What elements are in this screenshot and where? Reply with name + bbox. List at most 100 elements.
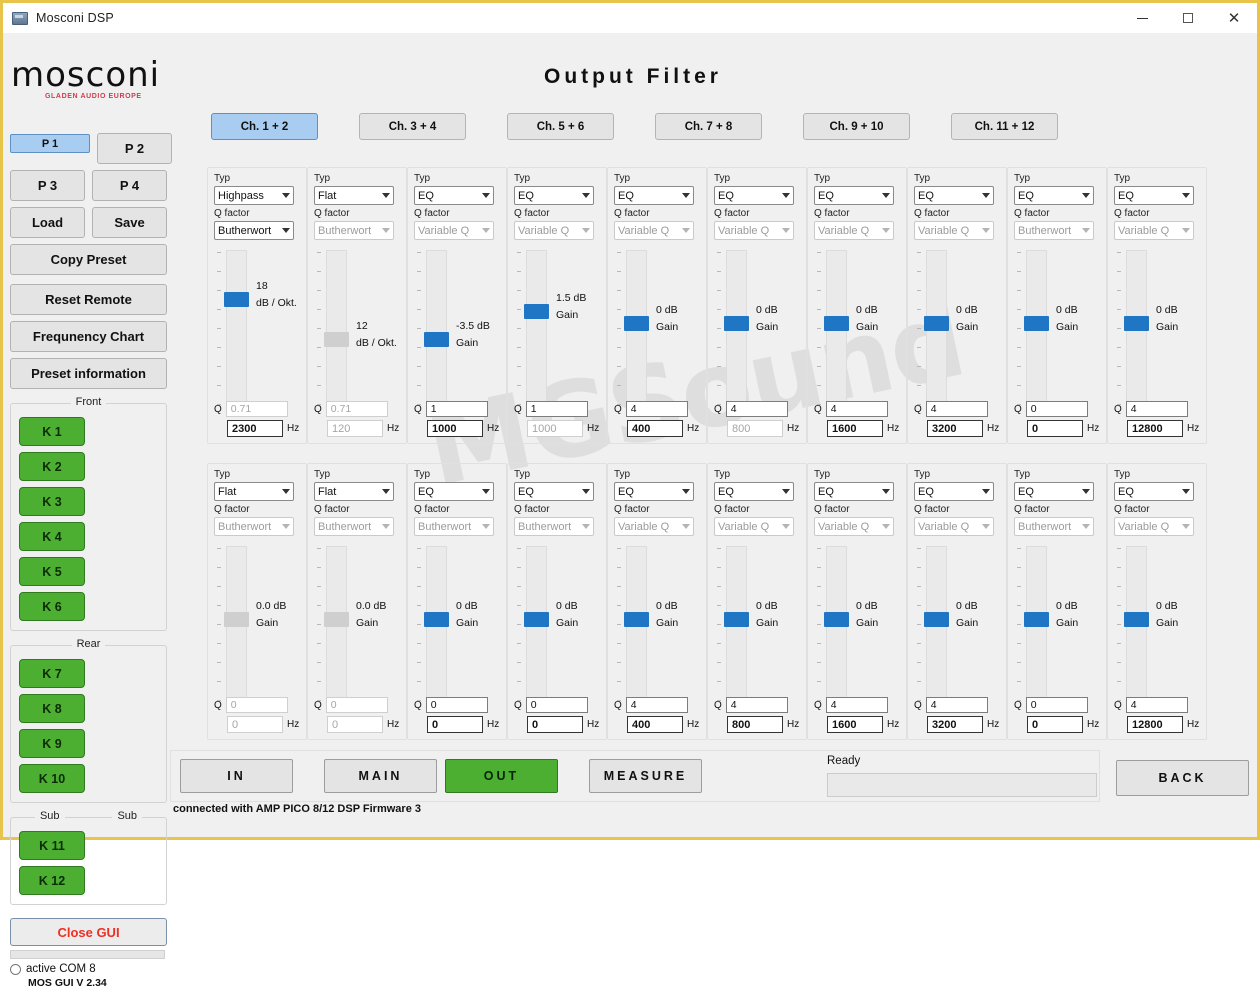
frequency-input[interactable]: 1000 (427, 420, 483, 437)
filter-type-select[interactable]: EQ (1114, 482, 1194, 501)
frequency-input[interactable]: 3200 (927, 716, 983, 733)
frequency-input[interactable]: 0 (327, 716, 383, 733)
key-button-k5[interactable]: K 5 (19, 557, 85, 586)
gain-slider[interactable]: 0 dB Gain (614, 546, 702, 702)
q-factor-select[interactable]: Butherwort (1014, 517, 1094, 536)
slider-thumb[interactable] (624, 316, 649, 331)
q-value-input[interactable]: 0.71 (325, 401, 388, 417)
gain-slider[interactable]: 0 dB Gain (914, 546, 1002, 702)
filter-type-select[interactable]: EQ (514, 482, 594, 501)
q-value-input[interactable]: 0 (525, 697, 588, 713)
frequency-input[interactable]: 0 (227, 716, 283, 733)
slider-thumb[interactable] (1124, 612, 1149, 627)
preset-button-save[interactable]: Save (92, 207, 167, 238)
gain-slider[interactable]: -3.5 dB Gain (414, 250, 502, 406)
gain-slider[interactable]: 0 dB Gain (814, 250, 902, 406)
frequency-input[interactable]: 800 (727, 420, 783, 437)
tab-channel-5[interactable]: Ch. 9 + 10 (803, 113, 910, 140)
gain-slider[interactable]: 0.0 dB Gain (314, 546, 402, 702)
key-button-k11[interactable]: K 11 (19, 831, 85, 860)
tab-channel-2[interactable]: Ch. 3 + 4 (359, 113, 466, 140)
frequency-chart-button[interactable]: Frequnency Chart (10, 321, 167, 352)
q-value-input[interactable]: 4 (1125, 697, 1188, 713)
q-value-input[interactable]: 0.71 (225, 401, 288, 417)
nav-button-main[interactable]: MAIN (324, 759, 437, 793)
frequency-input[interactable]: 0 (427, 716, 483, 733)
slider-thumb[interactable] (724, 612, 749, 627)
frequency-input[interactable]: 2300 (227, 420, 283, 437)
copy-preset-button[interactable]: Copy Preset (10, 244, 167, 275)
q-value-input[interactable]: 4 (825, 401, 888, 417)
q-factor-select[interactable]: Variable Q (714, 221, 794, 240)
q-factor-select[interactable]: Variable Q (1114, 221, 1194, 240)
frequency-input[interactable]: 12800 (1127, 716, 1183, 733)
slider-thumb[interactable] (324, 332, 349, 347)
q-factor-select[interactable]: Variable Q (914, 517, 994, 536)
key-button-k2[interactable]: K 2 (19, 452, 85, 481)
gain-slider[interactable]: 0 dB Gain (914, 250, 1002, 406)
q-factor-select[interactable]: Variable Q (1114, 517, 1194, 536)
gain-slider[interactable]: 0 dB Gain (1114, 250, 1202, 406)
frequency-input[interactable]: 400 (627, 420, 683, 437)
nav-button-out[interactable]: OUT (445, 759, 558, 793)
preset-button-p4[interactable]: P 4 (92, 170, 167, 201)
slider-thumb[interactable] (1024, 316, 1049, 331)
q-factor-select[interactable]: Butherwort (514, 517, 594, 536)
filter-type-select[interactable]: Highpass (214, 186, 294, 205)
filter-type-select[interactable]: EQ (1014, 186, 1094, 205)
filter-type-select[interactable]: EQ (414, 482, 494, 501)
slider-thumb[interactable] (524, 612, 549, 627)
q-factor-select[interactable]: Butherwort (214, 221, 294, 240)
filter-type-select[interactable]: EQ (514, 186, 594, 205)
preset-button-load[interactable]: Load (10, 207, 85, 238)
gain-slider[interactable]: 0 dB Gain (714, 250, 802, 406)
slider-thumb[interactable] (424, 332, 449, 347)
close-icon[interactable]: ✕ (1211, 3, 1257, 33)
gain-slider[interactable]: 0 dB Gain (714, 546, 802, 702)
gain-slider[interactable]: 1.5 dB Gain (514, 250, 602, 406)
key-button-k6[interactable]: K 6 (19, 592, 85, 621)
q-factor-select[interactable]: Variable Q (914, 221, 994, 240)
gain-slider[interactable]: 0 dB Gain (514, 546, 602, 702)
gain-slider[interactable]: 12 dB / Okt. (314, 250, 402, 406)
frequency-input[interactable]: 1600 (827, 716, 883, 733)
preset-button-p3[interactable]: P 3 (10, 170, 85, 201)
gain-slider[interactable]: 0.0 dB Gain (214, 546, 302, 702)
slider-thumb[interactable] (1124, 316, 1149, 331)
filter-type-select[interactable]: EQ (614, 186, 694, 205)
key-button-k12[interactable]: K 12 (19, 866, 85, 895)
filter-type-select[interactable]: EQ (814, 482, 894, 501)
frequency-input[interactable]: 0 (1027, 716, 1083, 733)
q-value-input[interactable]: 4 (725, 697, 788, 713)
slider-thumb[interactable] (224, 292, 249, 307)
maximize-icon[interactable] (1165, 3, 1211, 33)
q-factor-select[interactable]: Variable Q (514, 221, 594, 240)
key-button-k9[interactable]: K 9 (19, 729, 85, 758)
filter-type-select[interactable]: EQ (914, 482, 994, 501)
tab-channel-3[interactable]: Ch. 5 + 6 (507, 113, 614, 140)
gain-slider[interactable]: 0 dB Gain (1114, 546, 1202, 702)
q-factor-select[interactable]: Butherwort (314, 221, 394, 240)
q-value-input[interactable]: 4 (925, 697, 988, 713)
nav-button-in[interactable]: IN (180, 759, 293, 793)
q-factor-select[interactable]: Variable Q (614, 517, 694, 536)
filter-type-select[interactable]: EQ (914, 186, 994, 205)
q-value-input[interactable]: 0 (1025, 697, 1088, 713)
slider-thumb[interactable] (1024, 612, 1049, 627)
q-value-input[interactable]: 0 (225, 697, 288, 713)
key-button-k8[interactable]: K 8 (19, 694, 85, 723)
q-factor-select[interactable]: Variable Q (814, 517, 894, 536)
reset-remote-button[interactable]: Reset Remote (10, 284, 167, 315)
q-value-input[interactable]: 0 (1025, 401, 1088, 417)
q-factor-select[interactable]: Variable Q (614, 221, 694, 240)
filter-type-select[interactable]: EQ (814, 186, 894, 205)
frequency-input[interactable]: 800 (727, 716, 783, 733)
slider-thumb[interactable] (824, 612, 849, 627)
filter-type-select[interactable]: Flat (314, 186, 394, 205)
slider-thumb[interactable] (924, 612, 949, 627)
frequency-input[interactable]: 0 (1027, 420, 1083, 437)
frequency-input[interactable]: 12800 (1127, 420, 1183, 437)
nav-button-measure[interactable]: MEASURE (589, 759, 702, 793)
filter-type-select[interactable]: EQ (614, 482, 694, 501)
gain-slider[interactable]: 0 dB Gain (614, 250, 702, 406)
